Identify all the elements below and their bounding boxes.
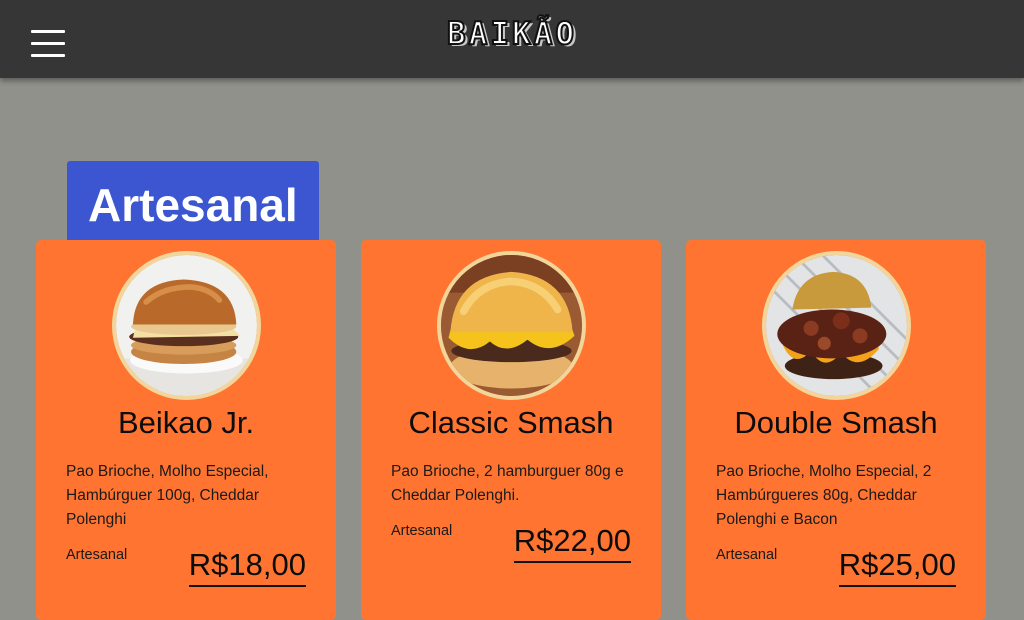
product-price[interactable]: R$22,00 [513,524,631,563]
product-category: Artesanal [391,523,453,539]
burger-photo [112,251,261,400]
section-title: Artesanal [67,160,319,250]
menu-bar-line [31,54,65,57]
product-name: Classic Smash [408,405,614,440]
product-name: Double Smash [734,405,938,440]
burger-image [766,255,907,396]
product-price[interactable]: R$18,00 [188,548,306,587]
burger-photo [437,251,586,400]
product-name: Beikao Jr. [117,405,255,440]
top-navigation-bar: BAIKÃO [0,0,1024,78]
product-card[interactable]: Beikao Jr. Pao Brioche, Molho Especial, … [36,240,336,620]
product-price[interactable]: R$25,00 [838,548,956,587]
product-description: Pao Brioche, 2 hamburguer 80g e Cheddar … [391,463,624,504]
product-card[interactable]: Double Smash Pao Brioche, Molho Especial… [686,240,986,620]
product-description: Pao Brioche, Molho Especial, 2 Hambúrgue… [716,463,932,528]
burger-photo [762,251,911,400]
product-category: Artesanal [66,547,128,563]
product-description: Pao Brioche, Molho Especial, Hambúrguer … [66,463,269,528]
burger-image [441,255,582,396]
product-card[interactable]: Classic Smash Pao Brioche, 2 hamburguer … [361,240,661,620]
brand-logo[interactable]: BAIKÃO [0,15,1024,53]
product-category: Artesanal [716,547,778,563]
burger-image [116,255,257,396]
